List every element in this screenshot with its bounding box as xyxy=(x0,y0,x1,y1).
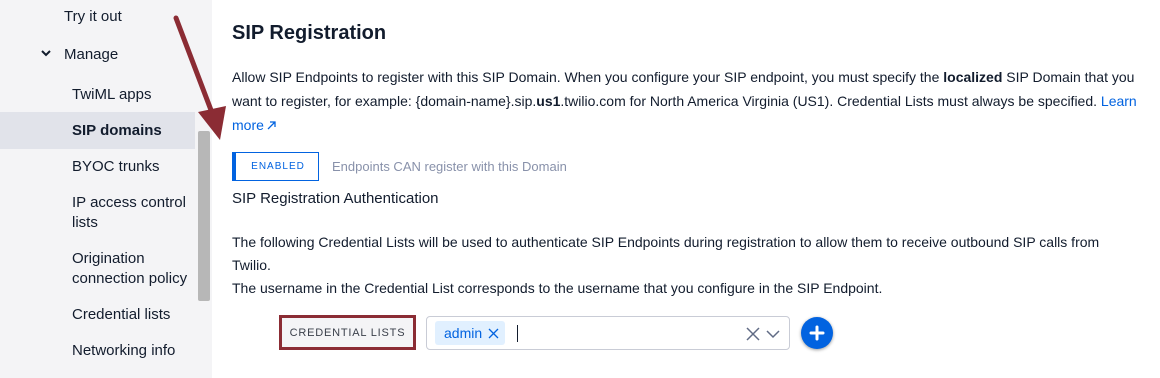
sidebar-item-label: BYOC trunks xyxy=(72,158,160,175)
sidebar-item-label: TwiML apps xyxy=(72,86,152,103)
sidebar-item-label: Manage xyxy=(64,46,119,63)
close-icon[interactable] xyxy=(488,328,499,339)
credential-lists-combobox[interactable]: admin xyxy=(426,316,790,350)
toggle-label: ENABLED xyxy=(251,161,305,172)
auth-section-heading: SIP Registration Authentication xyxy=(232,190,439,207)
sidebar-item-networking-info[interactable]: Networking info xyxy=(0,341,195,361)
sip-registration-description: Allow SIP Endpoints to register with thi… xyxy=(232,65,1137,137)
sidebar-scrollbar-thumb[interactable] xyxy=(198,131,210,301)
description-bold-region: us1 xyxy=(536,93,561,109)
sidebar-item-label: Credential lists xyxy=(72,306,171,323)
sidebar-item-byoc-trunks[interactable]: BYOC trunks xyxy=(0,157,195,177)
main-content: SIP Registration Allow SIP Endpoints to … xyxy=(212,0,1160,378)
description-text: Allow SIP Endpoints to register with thi… xyxy=(232,69,944,85)
description-text: .twilio.com for North America Virginia (… xyxy=(560,93,1101,109)
toggle-description: Endpoints CAN register with this Domain xyxy=(332,159,567,174)
add-credential-list-button[interactable] xyxy=(801,317,833,349)
sidebar-item-label: Try it out xyxy=(64,8,122,25)
plus-icon xyxy=(809,325,825,341)
sidebar-item-credential-lists[interactable]: Credential lists xyxy=(0,305,195,325)
sidebar-item-ip-access-control-lists[interactable]: IP access control lists xyxy=(72,193,190,233)
external-link-icon xyxy=(267,121,276,130)
sidebar-item-origination-connection-policy[interactable]: Origination connection policy xyxy=(72,249,192,289)
auth-description-line: The following Credential Lists will be u… xyxy=(232,234,1100,273)
sidebar-item-label: IP access control lists xyxy=(72,194,186,231)
auth-description-line: The username in the Credential List corr… xyxy=(232,280,883,296)
text-caret xyxy=(517,325,518,342)
sidebar-item-try-it-out[interactable]: Try it out xyxy=(0,7,195,27)
page-title: SIP Registration xyxy=(232,22,387,44)
sidebar-item-label: SIP domains xyxy=(72,122,162,139)
chip-label: admin xyxy=(444,325,483,341)
chevron-down-icon xyxy=(41,50,51,57)
chevron-down-icon[interactable] xyxy=(766,329,780,339)
auth-description: The following Credential Lists will be u… xyxy=(232,231,1137,300)
registration-enabled-toggle[interactable]: ENABLED xyxy=(232,152,319,181)
sidebar-item-label: Networking info xyxy=(72,342,176,359)
sidebar-item-twiml-apps[interactable]: TwiML apps xyxy=(0,85,195,105)
sidebar-item-label: Origination connection policy xyxy=(72,250,188,287)
clear-icon[interactable] xyxy=(746,327,760,341)
sidebar-item-manage[interactable]: Manage xyxy=(0,45,195,65)
selected-credential-chip: admin xyxy=(435,321,506,345)
credential-lists-label: CREDENTIAL LISTS xyxy=(279,315,416,350)
sidebar-item-sip-domains[interactable]: SIP domains xyxy=(0,112,195,149)
description-bold-localized: localized xyxy=(943,69,1003,85)
